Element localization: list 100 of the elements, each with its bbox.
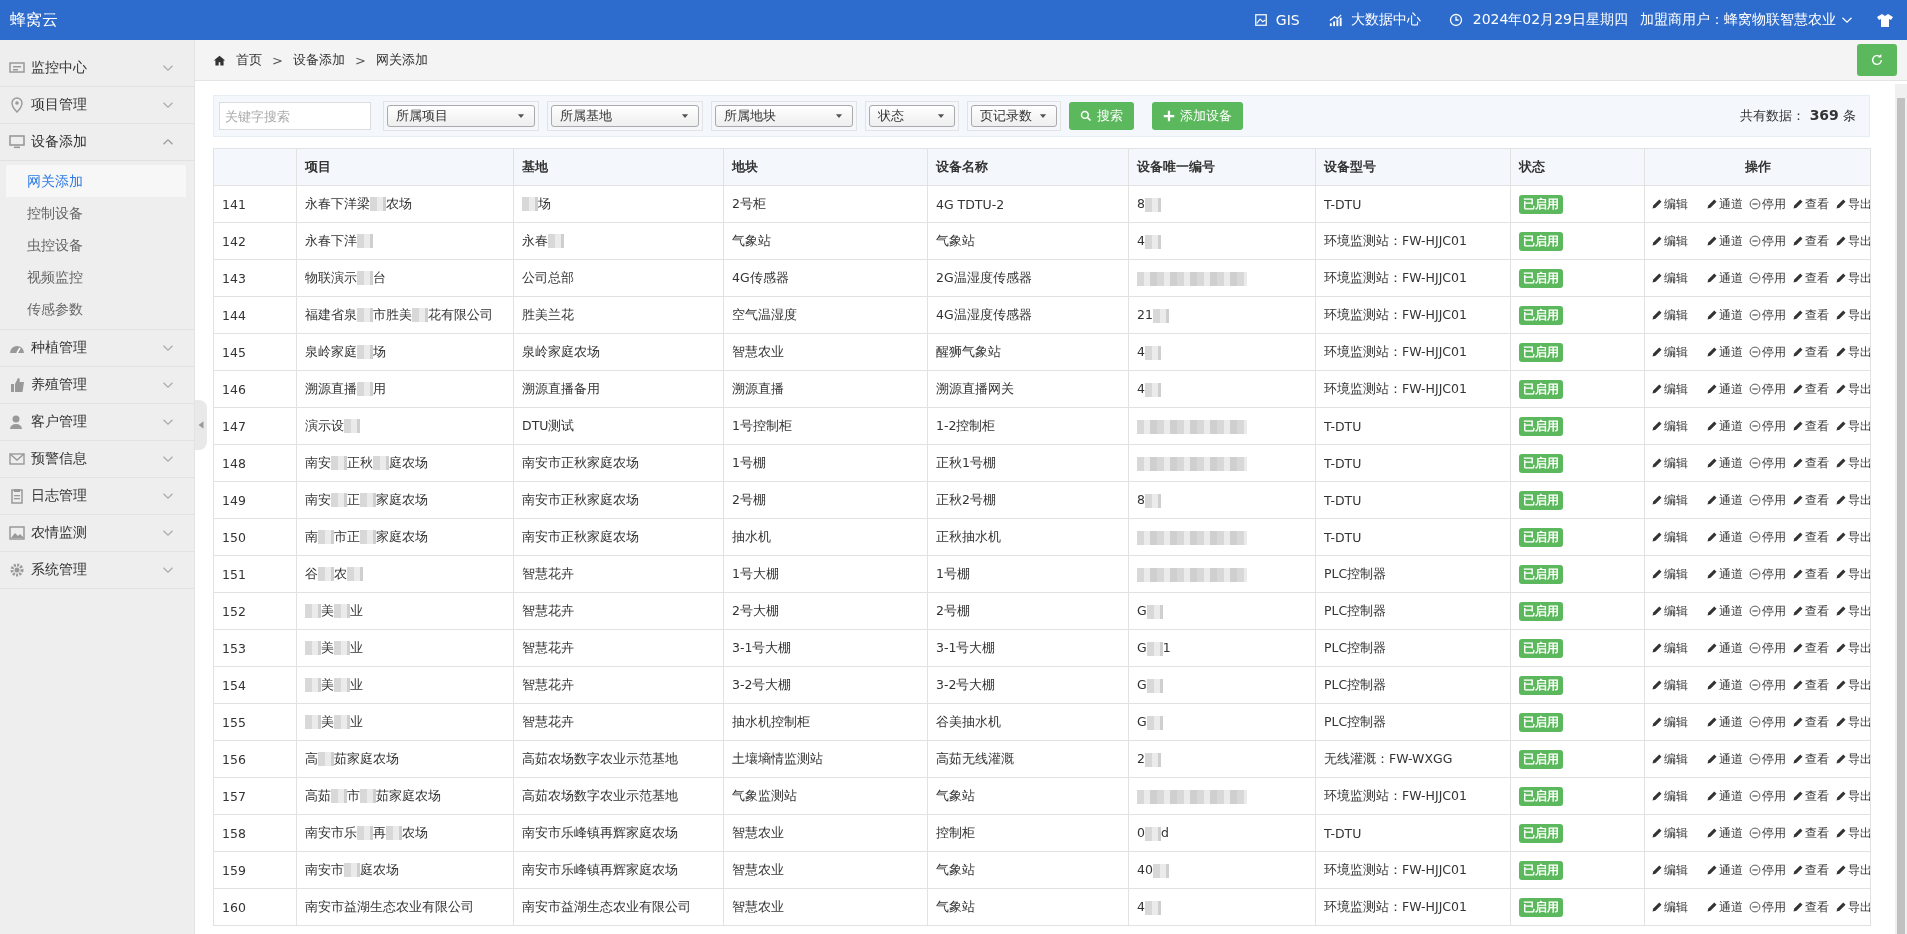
sidebar-subitem[interactable]: 虫控设备 xyxy=(6,229,186,261)
action-link[interactable]: 停用 xyxy=(1749,232,1786,250)
refresh-button[interactable] xyxy=(1857,44,1897,76)
action-link[interactable]: 通道 xyxy=(1706,454,1743,472)
filter-dropdown[interactable]: 所属地块 xyxy=(715,105,853,127)
breadcrumb-link[interactable]: 设备添加 xyxy=(292,51,345,69)
action-link[interactable]: 停用 xyxy=(1749,269,1786,287)
action-link[interactable]: 导出 xyxy=(1835,676,1870,694)
action-link[interactable]: 编辑 xyxy=(1651,306,1688,324)
action-link[interactable]: 查看 xyxy=(1792,565,1829,583)
action-link[interactable]: 停用 xyxy=(1749,639,1786,657)
sidebar-item[interactable]: 种植管理 xyxy=(0,330,194,367)
action-link[interactable]: 查看 xyxy=(1792,269,1829,287)
action-link[interactable]: 通道 xyxy=(1706,898,1743,916)
action-link[interactable]: 导出 xyxy=(1835,269,1870,287)
action-link[interactable]: 查看 xyxy=(1792,602,1829,620)
filter-dropdown[interactable]: 所属基地 xyxy=(551,105,699,127)
sidebar-item[interactable]: 农情监测 xyxy=(0,515,194,552)
action-link[interactable]: 导出 xyxy=(1835,232,1870,250)
action-link[interactable]: 导出 xyxy=(1835,343,1870,361)
sidebar-item[interactable]: 预警信息 xyxy=(0,441,194,478)
action-link[interactable]: 通道 xyxy=(1706,713,1743,731)
action-link[interactable]: 通道 xyxy=(1706,491,1743,509)
scrollbar[interactable] xyxy=(1895,84,1907,934)
action-link[interactable]: 停用 xyxy=(1749,454,1786,472)
action-link[interactable]: 通道 xyxy=(1706,380,1743,398)
action-link[interactable]: 停用 xyxy=(1749,713,1786,731)
action-link[interactable]: 查看 xyxy=(1792,528,1829,546)
action-link[interactable]: 编辑 xyxy=(1651,824,1688,842)
action-link[interactable]: 导出 xyxy=(1835,639,1870,657)
filter-dropdown[interactable]: 页记录数 xyxy=(971,105,1057,127)
action-link[interactable]: 导出 xyxy=(1835,602,1870,620)
action-link[interactable]: 导出 xyxy=(1835,787,1870,805)
user-menu[interactable]: 加盟商用户：蜂窝物联智慧农业 xyxy=(1640,11,1853,29)
action-link[interactable]: 查看 xyxy=(1792,824,1829,842)
action-link[interactable]: 通道 xyxy=(1706,565,1743,583)
action-link[interactable]: 通道 xyxy=(1706,343,1743,361)
action-link[interactable]: 停用 xyxy=(1749,491,1786,509)
action-link[interactable]: 查看 xyxy=(1792,343,1829,361)
action-link[interactable]: 导出 xyxy=(1835,306,1870,324)
action-link[interactable]: 通道 xyxy=(1706,528,1743,546)
action-link[interactable]: 查看 xyxy=(1792,417,1829,435)
action-link[interactable]: 导出 xyxy=(1835,195,1870,213)
action-link[interactable]: 编辑 xyxy=(1651,861,1688,879)
action-link[interactable]: 导出 xyxy=(1835,454,1870,472)
sidebar-subitem[interactable]: 控制设备 xyxy=(6,197,186,229)
action-link[interactable]: 编辑 xyxy=(1651,528,1688,546)
action-link[interactable]: 通道 xyxy=(1706,676,1743,694)
action-link[interactable]: 通道 xyxy=(1706,417,1743,435)
action-link[interactable]: 编辑 xyxy=(1651,491,1688,509)
sidebar-item[interactable]: 养殖管理 xyxy=(0,367,194,404)
filter-dropdown[interactable]: 状态 xyxy=(869,105,955,127)
action-link[interactable]: 停用 xyxy=(1749,602,1786,620)
action-link[interactable]: 编辑 xyxy=(1651,676,1688,694)
action-link[interactable]: 停用 xyxy=(1749,676,1786,694)
action-link[interactable]: 编辑 xyxy=(1651,713,1688,731)
action-link[interactable]: 查看 xyxy=(1792,861,1829,879)
header-link[interactable]: 大数据中心 xyxy=(1327,11,1421,29)
action-link[interactable]: 编辑 xyxy=(1651,565,1688,583)
filter-dropdown[interactable]: 所属项目 xyxy=(387,105,535,127)
action-link[interactable]: 查看 xyxy=(1792,676,1829,694)
sidebar-subitem[interactable]: 传感参数 xyxy=(6,293,186,325)
action-link[interactable]: 编辑 xyxy=(1651,898,1688,916)
action-link[interactable]: 编辑 xyxy=(1651,269,1688,287)
action-link[interactable]: 停用 xyxy=(1749,750,1786,768)
action-link[interactable]: 查看 xyxy=(1792,306,1829,324)
breadcrumb-link[interactable]: 网关添加 xyxy=(375,51,428,69)
action-link[interactable]: 导出 xyxy=(1835,713,1870,731)
action-link[interactable]: 查看 xyxy=(1792,639,1829,657)
action-link[interactable]: 停用 xyxy=(1749,417,1786,435)
sidebar-item[interactable]: 系统管理 xyxy=(0,552,194,589)
search-field[interactable]: 关键字搜索 xyxy=(219,102,371,130)
sidebar-item[interactable]: 项目管理 xyxy=(0,87,194,124)
action-link[interactable]: 编辑 xyxy=(1651,195,1688,213)
action-link[interactable]: 导出 xyxy=(1835,898,1870,916)
action-link[interactable]: 停用 xyxy=(1749,528,1786,546)
action-link[interactable]: 编辑 xyxy=(1651,343,1688,361)
action-link[interactable]: 导出 xyxy=(1835,380,1870,398)
sidebar-item[interactable]: 监控中心 xyxy=(0,50,194,87)
action-link[interactable]: 导出 xyxy=(1835,861,1870,879)
action-link[interactable]: 通道 xyxy=(1706,750,1743,768)
action-link[interactable]: 通道 xyxy=(1706,824,1743,842)
action-link[interactable]: 通道 xyxy=(1706,195,1743,213)
action-link[interactable]: 查看 xyxy=(1792,380,1829,398)
action-link[interactable]: 查看 xyxy=(1792,898,1829,916)
action-link[interactable]: 查看 xyxy=(1792,195,1829,213)
action-link[interactable]: 停用 xyxy=(1749,787,1786,805)
action-link[interactable]: 导出 xyxy=(1835,491,1870,509)
action-link[interactable]: 查看 xyxy=(1792,491,1829,509)
action-link[interactable]: 编辑 xyxy=(1651,232,1688,250)
sidebar-subitem[interactable]: 网关添加 xyxy=(6,165,186,197)
action-link[interactable]: 停用 xyxy=(1749,306,1786,324)
action-link[interactable]: 查看 xyxy=(1792,232,1829,250)
action-link[interactable]: 编辑 xyxy=(1651,750,1688,768)
action-link[interactable]: 编辑 xyxy=(1651,380,1688,398)
breadcrumb-link[interactable]: 首页 xyxy=(236,51,262,69)
action-link[interactable]: 查看 xyxy=(1792,750,1829,768)
action-link[interactable]: 导出 xyxy=(1835,565,1870,583)
action-link[interactable]: 通道 xyxy=(1706,639,1743,657)
action-link[interactable]: 停用 xyxy=(1749,824,1786,842)
